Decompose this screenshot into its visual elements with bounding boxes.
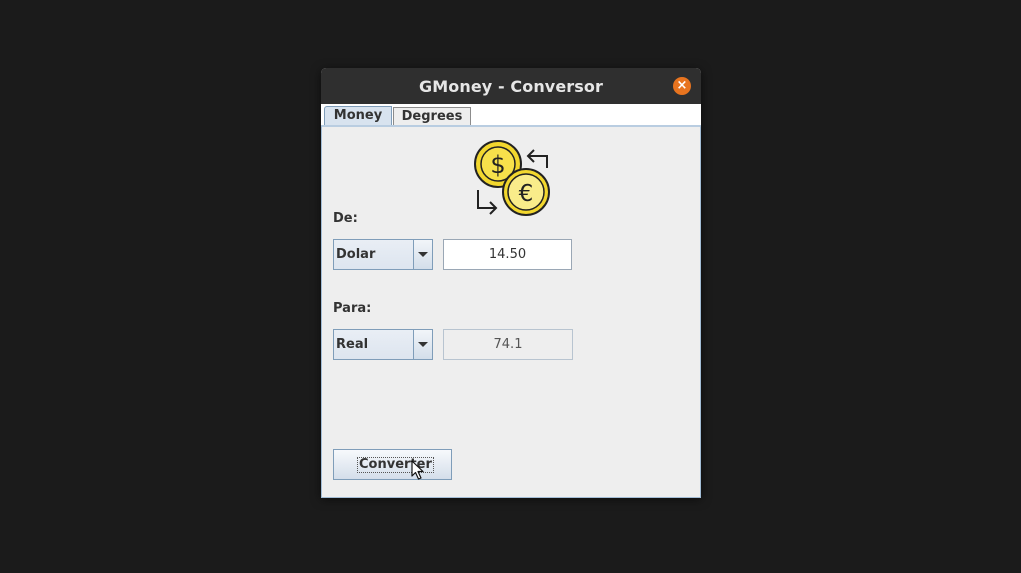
from-currency-select[interactable]: Dolar	[333, 239, 433, 270]
currency-exchange-icon: $ €	[474, 140, 550, 216]
app-window: GMoney - Conversor × Money Degrees $ € D…	[321, 68, 701, 498]
dollar-symbol: $	[490, 151, 505, 179]
convert-button[interactable]: Converter	[333, 449, 452, 480]
tab-degrees[interactable]: Degrees	[393, 107, 471, 125]
to-currency-select[interactable]: Real	[333, 329, 433, 360]
chevron-down-icon[interactable]	[413, 330, 432, 359]
to-currency-value: Real	[336, 337, 369, 352]
tab-strip: Money Degrees	[321, 104, 701, 126]
to-label: Para:	[333, 301, 372, 316]
tab-money[interactable]: Money	[324, 106, 392, 126]
from-currency-value: Dolar	[336, 247, 376, 262]
mouse-pointer-icon	[411, 460, 424, 480]
to-amount-output: 74.1	[443, 329, 573, 360]
euro-symbol: €	[519, 181, 534, 207]
from-label: De:	[333, 211, 358, 226]
from-amount-input[interactable]: 14.50	[443, 239, 572, 270]
chevron-down-icon[interactable]	[413, 240, 432, 269]
title-bar[interactable]: GMoney - Conversor ×	[321, 68, 701, 104]
window-title: GMoney - Conversor	[418, 77, 603, 96]
close-icon[interactable]: ×	[673, 77, 691, 95]
